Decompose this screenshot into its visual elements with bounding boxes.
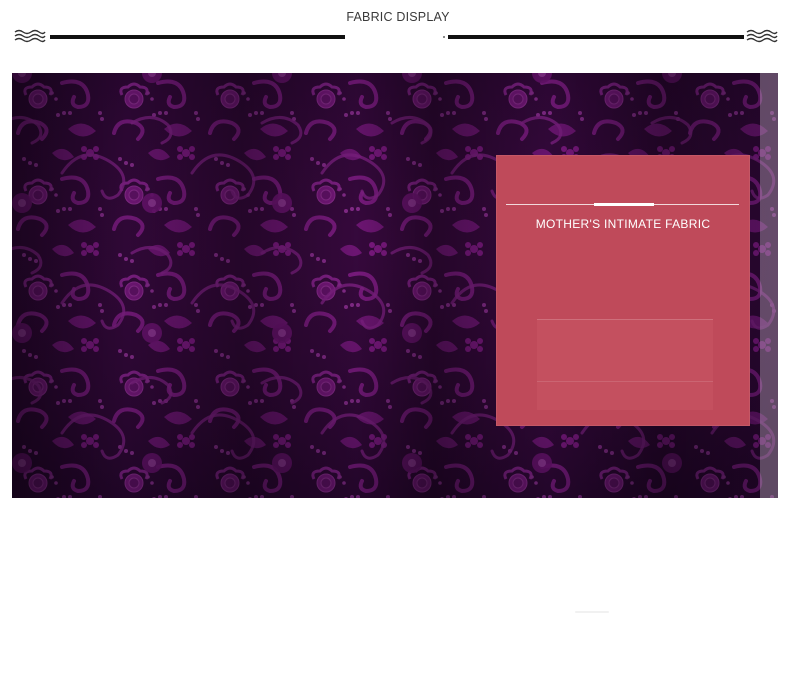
wave-ornament-icon	[746, 29, 778, 43]
header-rule-right	[448, 35, 744, 39]
header-rule-left	[50, 35, 345, 39]
card-inner-panel	[537, 319, 713, 410]
page-title: FABRIC DISPLAY	[346, 10, 450, 24]
card-panel-divider	[537, 381, 713, 382]
section-header: FABRIC DISPLAY	[0, 0, 790, 60]
card-divider-accent	[594, 203, 654, 206]
wave-ornament-icon	[14, 29, 46, 43]
fabric-label-card: MOTHER'S INTIMATE FABRIC	[496, 155, 750, 426]
faint-divider	[575, 611, 609, 613]
card-title: MOTHER'S INTIMATE FABRIC	[535, 217, 711, 231]
header-dot	[443, 36, 445, 38]
